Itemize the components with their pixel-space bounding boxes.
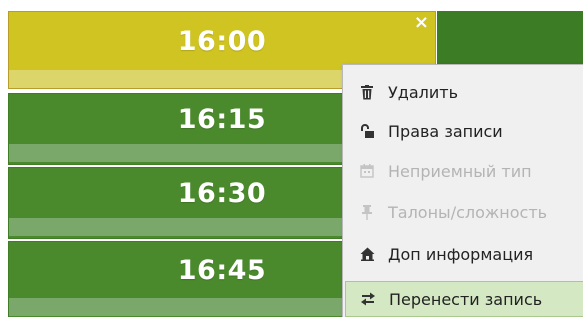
adjacent-slot[interactable] xyxy=(437,11,583,69)
menu-item-label: Доп информация xyxy=(388,244,534,264)
slot-time: 16:00 xyxy=(177,25,267,57)
transfer-arrows-icon xyxy=(360,291,376,307)
menu-item-label: Перенести запись xyxy=(389,289,543,309)
schedule-view: 16:00 × 16:15 16:30 16:45 Удалить Права … xyxy=(0,0,583,317)
menu-item-move-appointment[interactable]: Перенести запись xyxy=(345,281,583,317)
context-menu: Удалить Права записи Неприемный тип Тало… xyxy=(342,64,583,317)
menu-item-non-reception-type: Неприемный тип xyxy=(345,154,583,188)
menu-item-extra-info[interactable]: Доп информация xyxy=(345,237,583,271)
menu-item-label: Талоны/сложность xyxy=(388,202,548,222)
trash-icon xyxy=(359,84,375,100)
menu-item-delete[interactable]: Удалить xyxy=(345,75,583,109)
house-icon xyxy=(359,246,375,262)
slot-header: 16:00 xyxy=(9,12,435,70)
lock-icon xyxy=(359,123,375,139)
slot-time: 16:30 xyxy=(177,177,267,209)
menu-item-label: Удалить xyxy=(388,82,458,102)
slot-time: 16:15 xyxy=(177,103,267,135)
menu-item-label: Права записи xyxy=(388,121,503,141)
pin-icon xyxy=(359,204,375,220)
menu-item-tickets-complexity: Талоны/сложность xyxy=(345,195,583,229)
calendar-icon xyxy=(359,163,375,179)
slot-time: 16:45 xyxy=(177,254,267,286)
close-icon[interactable]: × xyxy=(414,14,429,32)
menu-item-label: Неприемный тип xyxy=(388,161,532,181)
menu-item-access-rights[interactable]: Права записи xyxy=(345,114,583,148)
